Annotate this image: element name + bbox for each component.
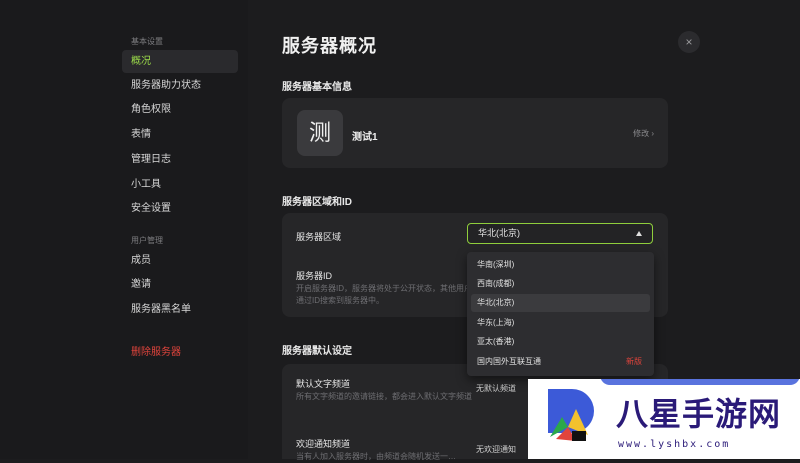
region-option[interactable]: 华南(深圳) bbox=[471, 256, 650, 274]
sidebar-item-emoji[interactable]: 表情 bbox=[122, 123, 238, 146]
section-title-region: 服务器区域和ID bbox=[282, 197, 352, 208]
settings-sidebar: 基本设置 概况 服务器助力状态 角色权限 表情 管理日志 小工具 安全设置 用户… bbox=[0, 0, 248, 459]
server-info-card: 测 测试1 修改 › bbox=[282, 98, 668, 168]
sidebar-item-invites[interactable]: 邀请 bbox=[122, 273, 238, 296]
nav-section-users: 用户管理 bbox=[131, 236, 163, 245]
sidebar-item-tools[interactable]: 小工具 bbox=[122, 173, 238, 196]
close-icon[interactable]: × bbox=[678, 31, 700, 53]
region-option[interactable]: 亚太(香港) bbox=[471, 333, 650, 351]
page-title: 服务器概况 bbox=[282, 36, 377, 56]
nav-section-basic: 基本设置 bbox=[131, 37, 163, 46]
new-badge: 新版 bbox=[626, 357, 642, 366]
sidebar-item-security[interactable]: 安全设置 bbox=[122, 197, 238, 220]
watermark-logo-icon bbox=[548, 389, 594, 441]
welcome-channel-select[interactable]: 无欢迎通知 bbox=[476, 444, 516, 455]
sidebar-item-overview[interactable]: 概况 bbox=[122, 50, 238, 73]
welcome-channel-label: 欢迎通知频道 bbox=[296, 439, 351, 449]
server-avatar[interactable]: 测 bbox=[297, 110, 343, 156]
region-select[interactable]: 华北(北京) bbox=[467, 223, 653, 244]
server-id-description: 开启服务器ID，服务器将处于公开状态，其他用户可通过ID搜索到服务器中。 bbox=[296, 284, 480, 305]
default-text-channel-select[interactable]: 无默认频道 bbox=[476, 383, 516, 394]
sidebar-item-members[interactable]: 成员 bbox=[122, 249, 238, 272]
sidebar-item-boost-status[interactable]: 服务器助力状态 bbox=[122, 74, 238, 97]
section-title-basic-info: 服务器基本信息 bbox=[282, 82, 352, 93]
server-name: 测试1 bbox=[352, 132, 378, 143]
region-option[interactable]: 华东(上海) bbox=[471, 314, 650, 332]
default-text-channel-label: 默认文字频道 bbox=[296, 379, 351, 389]
delete-server-button[interactable]: 删除服务器 bbox=[122, 341, 238, 364]
region-label: 服务器区域 bbox=[296, 232, 342, 242]
watermark-url: www.lyshbx.com bbox=[618, 439, 731, 450]
default-text-channel-description: 所有文字频道的邀请链接，都会进入默认文字频道 bbox=[296, 392, 472, 401]
watermark-brand: 八星手游网 bbox=[616, 395, 782, 433]
edit-server-link[interactable]: 修改 › bbox=[633, 128, 654, 139]
watermark: 八星手游网 www.lyshbx.com bbox=[528, 379, 800, 459]
sidebar-item-audit-log[interactable]: 管理日志 bbox=[122, 148, 238, 171]
watermark-banner bbox=[600, 379, 800, 385]
region-select-value: 华北(北京) bbox=[478, 228, 520, 238]
region-option-label: 国内国外互联互通 bbox=[477, 357, 541, 366]
region-option[interactable]: 国内国外互联互通 新版 bbox=[471, 353, 650, 371]
sidebar-item-roles[interactable]: 角色权限 bbox=[122, 98, 238, 121]
caret-up-icon bbox=[636, 231, 642, 236]
section-title-defaults: 服务器默认设定 bbox=[282, 346, 352, 357]
region-dropdown-menu: 华南(深圳) 西南(成都) 华北(北京) 华东(上海) 亚太(香港) 国内国外互… bbox=[467, 252, 654, 376]
region-option-selected[interactable]: 华北(北京) bbox=[471, 294, 650, 312]
server-id-label: 服务器ID bbox=[296, 271, 333, 281]
welcome-channel-description: 当有人加入服务器时，由频道会随机发送一… bbox=[296, 452, 456, 461]
region-option[interactable]: 西南(成都) bbox=[471, 275, 650, 293]
sidebar-item-blacklist[interactable]: 服务器黑名单 bbox=[122, 298, 238, 321]
